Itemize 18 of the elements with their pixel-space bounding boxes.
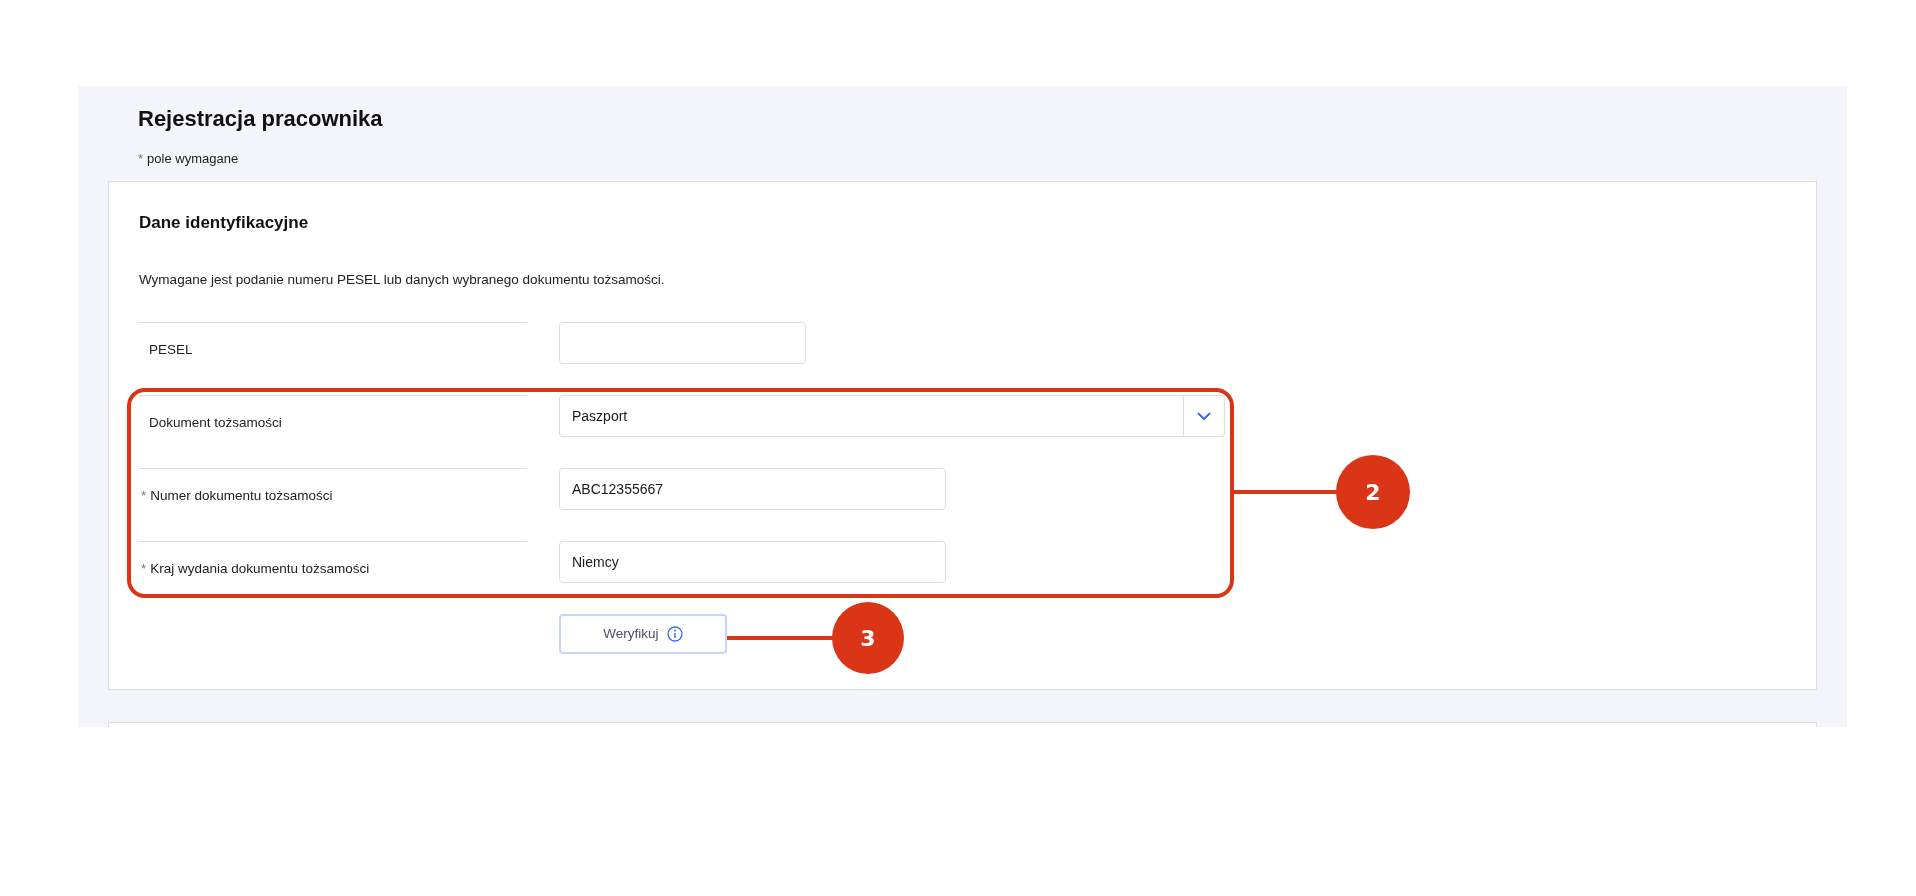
input-field[interactable]: ABC12355667 [559, 468, 946, 511]
field-label: Dokument tożsamości [149, 414, 282, 433]
section-title: Dane identyfikacyjne [139, 211, 310, 234]
required-mark: * [141, 487, 147, 506]
field-label: Numer dokumentu tożsamości [150, 487, 333, 506]
page-title: Rejestracja pracownika [137, 105, 384, 133]
info-text: Wymagane jest podanie numeru PESEL lub danych wybranego dokumentu tożsamości. [139, 271, 666, 289]
required-mark: * [141, 560, 147, 579]
required-mark: * [138, 150, 144, 168]
chevron-down-icon [1197, 411, 1211, 421]
verify-button[interactable]: Weryfikuj [559, 614, 727, 655]
field-label: PESEL [149, 341, 193, 360]
required-note: pole wymagane [147, 150, 239, 168]
info-icon [666, 626, 683, 643]
input-field[interactable]: Niemcy [559, 541, 946, 584]
dropdown[interactable]: Paszport [559, 395, 1225, 438]
field-label: Kraj wydania dokumentu tożsamości [150, 560, 370, 579]
input-field[interactable] [559, 322, 806, 365]
